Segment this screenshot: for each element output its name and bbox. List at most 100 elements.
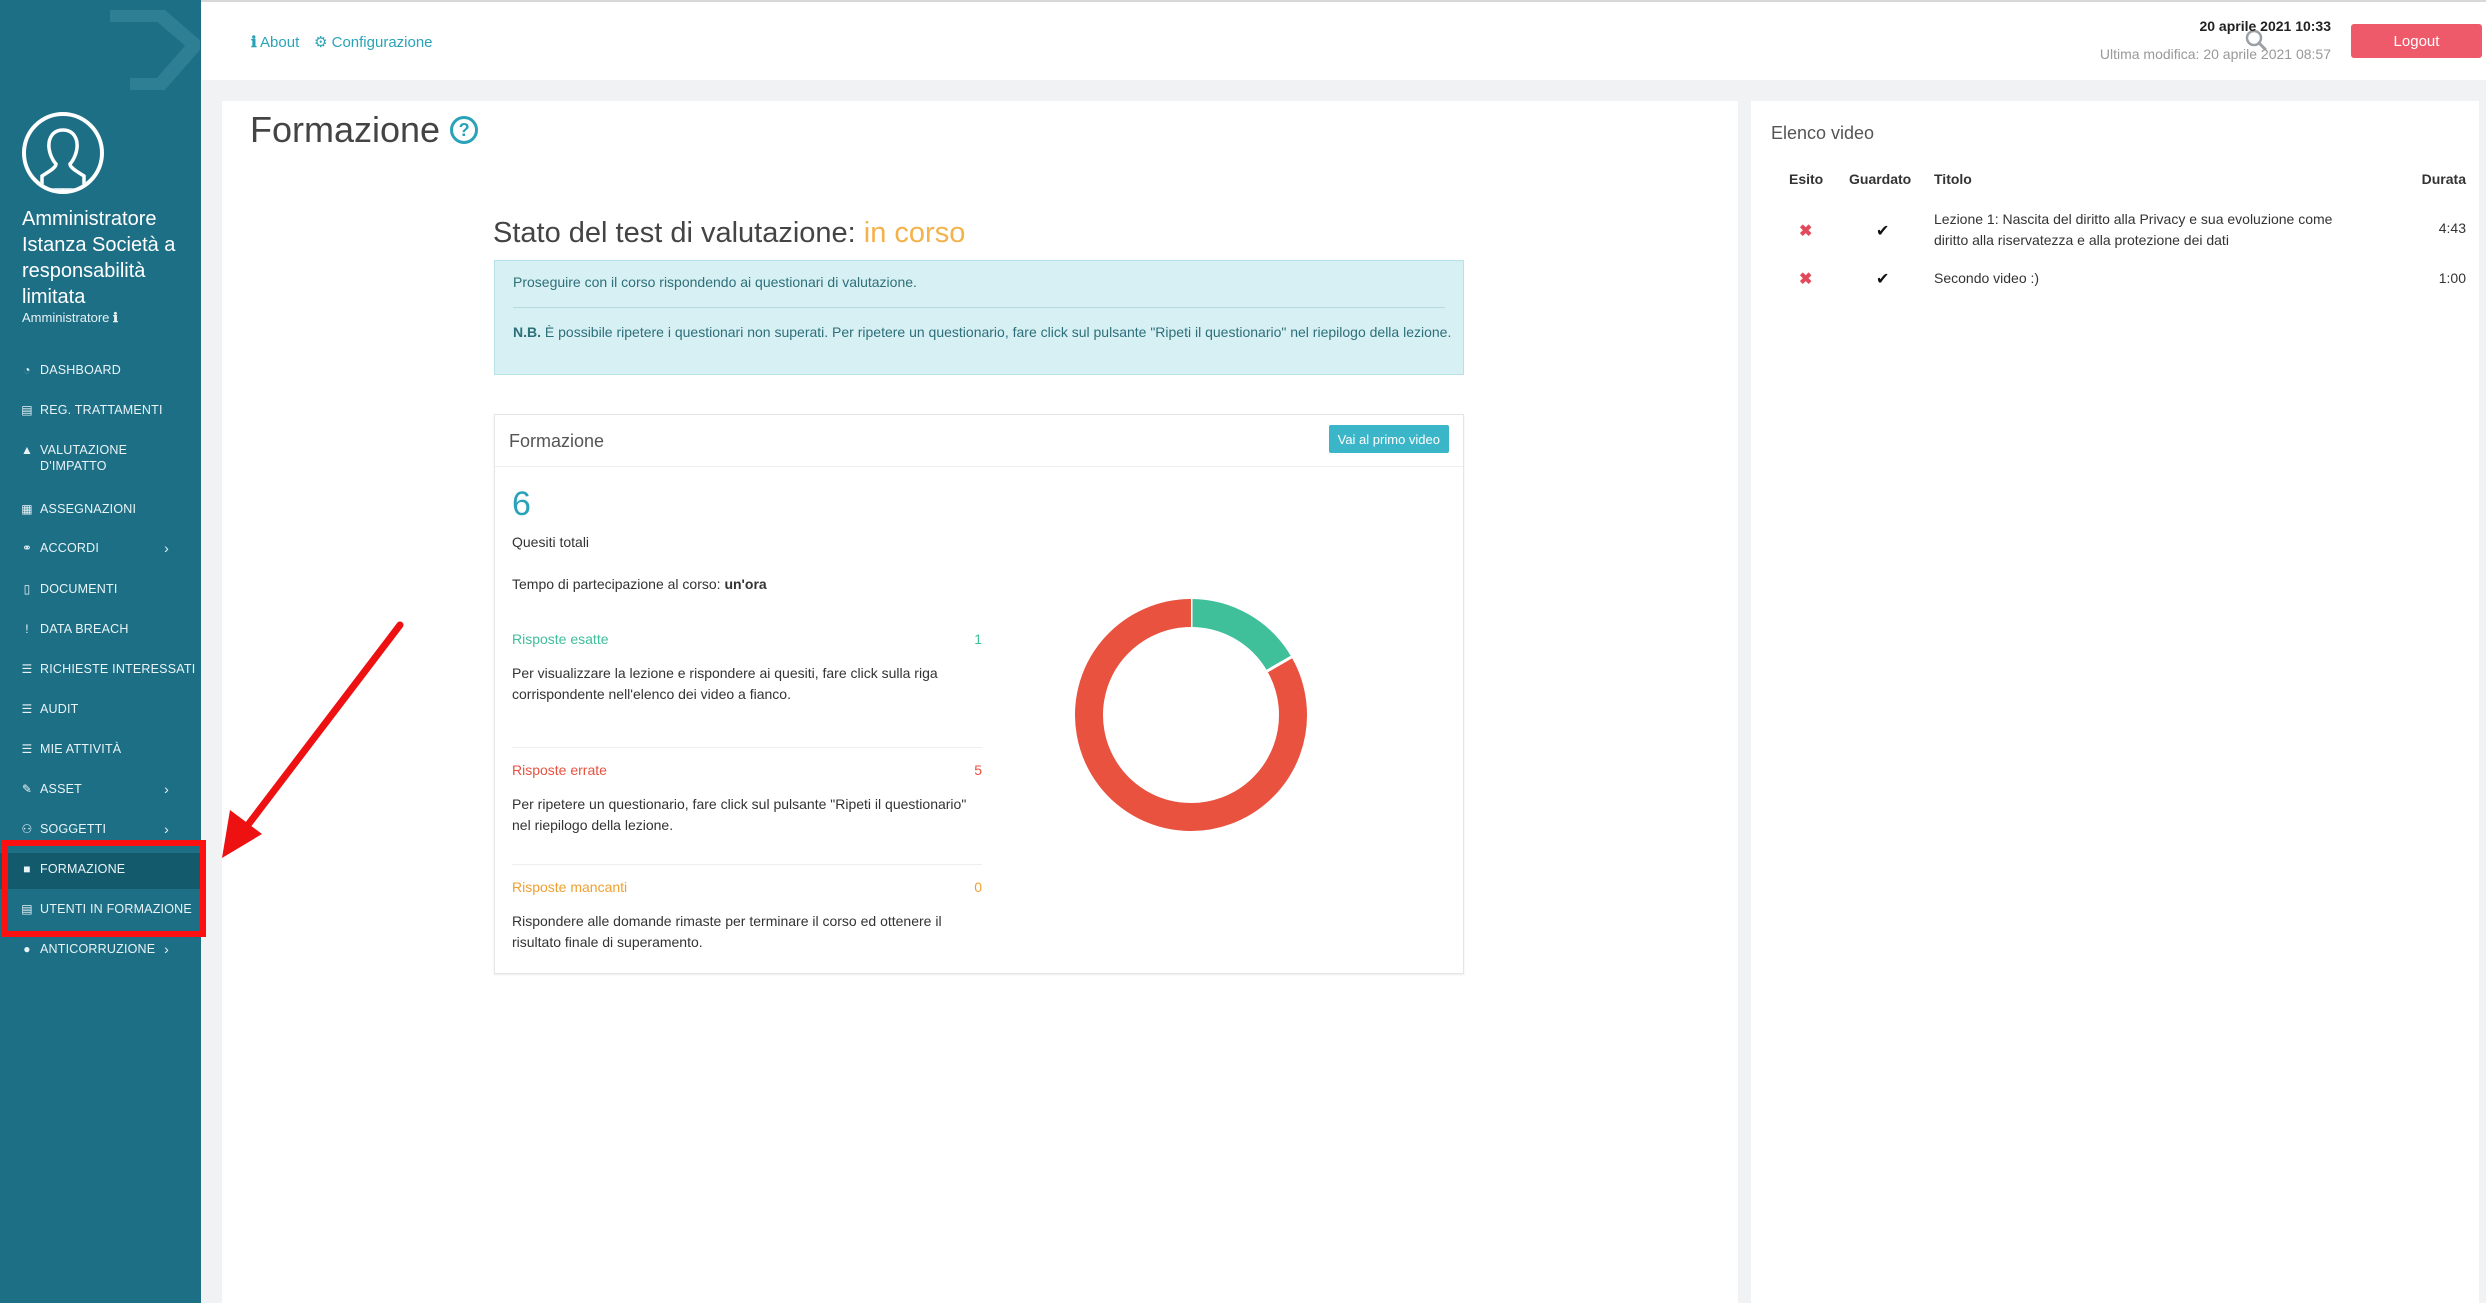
test-status-label: Stato del test di valutazione: — [493, 217, 864, 249]
sidebar-item-richieste-interessati[interactable]: ☰ RICHIESTE INTERESSATI — [0, 661, 201, 677]
sidebar: Amministratore Istanza Società a respons… — [0, 0, 206, 1303]
chevron-right-icon: › — [164, 781, 169, 797]
alert-line-1: Proseguire con il corso rispondendo ai q… — [513, 274, 917, 290]
user-icon: ● — [23, 942, 31, 956]
formazione-card: Formazione Vai al primo video 6 Quesiti … — [494, 414, 1464, 974]
sidebar-item-reg-trattamenti[interactable]: ▤ REG. TRATTAMENTI — [0, 402, 201, 418]
stat-correct-desc: Per visualizzare la lezione e rispondere… — [512, 665, 938, 702]
about-link[interactable]: ℹ About — [251, 33, 299, 51]
sidebar-item-label: ASSET — [40, 782, 82, 796]
sidebar-item-label: VALUTAZIONE D'IMPATTO — [40, 443, 128, 473]
alert-nb: N.B. — [513, 324, 541, 340]
exclamation-icon: ! — [25, 622, 29, 636]
header-titolo: Titolo — [1934, 171, 1972, 187]
edit-icon: ✎ — [21, 782, 33, 796]
dashboard-icon: ◔ — [23, 363, 31, 377]
test-status: Stato del test di valutazione: in corso — [493, 217, 965, 250]
sidebar-item-label: SOGGETTI — [40, 822, 107, 836]
donut-slice-risposte-esatte — [1190, 599, 1292, 672]
main-panel: Formazione ? Stato del test di valutazio… — [222, 101, 1738, 1303]
chevron-right-icon: › — [164, 540, 169, 556]
user-role[interactable]: Amministratore ℹ — [22, 310, 118, 326]
card-header: Formazione Vai al primo video — [495, 415, 1463, 467]
alert-line-2-text: È possibile ripetere i questionari non s… — [541, 324, 1452, 340]
current-datetime: 20 aprile 2021 10:33 — [2199, 18, 2331, 34]
sidebar-item-label: DASHBOARD — [40, 363, 121, 377]
video-duration: 4:43 — [2438, 220, 2466, 236]
sidebar-item-accordi[interactable]: ⚭ ACCORDI › — [0, 540, 201, 556]
stat-missing: Risposte mancanti 0 Rispondere alle doma… — [512, 865, 982, 953]
stat-correct-count: 1 — [974, 631, 982, 647]
sidebar-item-valutazione-d-impatto[interactable]: ▲ VALUTAZIONE D'IMPATTO — [0, 442, 201, 474]
stat-missing-label: Risposte mancanti — [512, 879, 628, 895]
sidebar-item-label: DATA BREACH — [40, 622, 129, 636]
results-donut-chart — [1075, 599, 1307, 831]
list-icon: ☰ — [21, 742, 33, 756]
logout-button[interactable]: Logout — [2351, 24, 2482, 58]
table-row[interactable]: ✖ ✔ Secondo video :) 1:00 — [1771, 269, 2466, 299]
stat-wrong-count: 5 — [974, 762, 982, 778]
header-guardato: Guardato — [1849, 171, 1912, 187]
sidebar-item-anticorruzione[interactable]: ● ANTICORRUZIONE › — [0, 941, 201, 957]
sidebar-item-label: ANTICORRUZIONE — [40, 942, 156, 956]
stat-wrong-desc: Per ripetere un questionario, fare click… — [512, 796, 967, 833]
video-title: Secondo video :) — [1934, 270, 2040, 286]
sidebar-item-data-breach[interactable]: ! DATA BREACH — [0, 621, 201, 637]
sidebar-item-dashboard[interactable]: ◔ DASHBOARD — [0, 362, 201, 378]
stat-wrong-label: Risposte errate — [512, 762, 607, 778]
header-esito: Esito — [1789, 171, 1824, 187]
list-icon: ▦ — [21, 502, 33, 516]
page-title-text: Formazione — [250, 109, 441, 150]
participation-time: Tempo di partecipazione al corso: un'ora — [512, 576, 767, 592]
info-icon[interactable]: ℹ — [113, 310, 118, 325]
avatar[interactable] — [22, 112, 104, 194]
sidebar-item-label: ASSEGNAZIONI — [40, 502, 137, 516]
stat-missing-head: Risposte mancanti 0 — [512, 879, 982, 899]
chevron-right-icon: › — [164, 941, 169, 957]
failed-icon: ✖ — [1799, 223, 1813, 240]
sidebar-item-label: DOCUMENTI — [40, 582, 118, 596]
card-title: Formazione — [509, 431, 605, 451]
total-questions: 6 — [512, 485, 531, 523]
sidebar-item-label: MIE ATTIVITÀ — [40, 742, 122, 756]
about-label: About — [260, 34, 300, 51]
sidebar-item-documenti[interactable]: ▯ DOCUMENTI — [0, 581, 201, 597]
list-icon: ☰ — [21, 702, 33, 716]
check-icon: ✔ — [1876, 223, 1890, 240]
logo-watermark-icon — [110, 10, 200, 90]
stat-missing-desc: Rispondere alle domande rimaste per term… — [512, 913, 942, 950]
sidebar-item-label: ACCORDI — [40, 541, 100, 555]
list-icon: ☰ — [21, 662, 33, 676]
sidebar-item-asset[interactable]: ✎ ASSET › — [0, 781, 201, 797]
config-label: Configurazione — [331, 34, 433, 51]
sidebar-item-soggetti[interactable]: ⚇ SOGGETTI › — [0, 821, 201, 837]
stat-correct-head: Risposte esatte 1 — [512, 631, 982, 651]
help-icon[interactable]: ? — [450, 116, 479, 144]
participation-time-value: un'ora — [724, 576, 767, 592]
failed-icon: ✖ — [1799, 271, 1813, 288]
check-icon: ✔ — [1876, 271, 1890, 288]
sidebar-item-label: RICHIESTE INTERESSATI — [40, 662, 196, 676]
sidebar-item-label: AUDIT — [40, 702, 79, 716]
stat-wrong-head: Risposte errate 5 — [512, 762, 982, 782]
first-video-button[interactable]: Vai al primo video — [1328, 425, 1449, 453]
video-list-panel: Elenco video Esito Guardato Titolo Durat… — [1751, 101, 2479, 1303]
sidebar-item-audit[interactable]: ☰ AUDIT — [0, 701, 201, 717]
sidebar-item-mie-attivit[interactable]: ☰ MIE ATTIVITÀ — [0, 741, 201, 757]
video-list-title: Elenco video — [1771, 123, 1875, 143]
user-name: Amministratore Istanza Società a respons… — [22, 208, 176, 308]
header-durata: Durata — [2421, 171, 2466, 187]
warning-icon: ▲ — [20, 443, 34, 457]
video-duration: 1:00 — [2438, 270, 2466, 286]
users-icon: ⚇ — [21, 822, 33, 836]
red-arrow-annotation — [222, 621, 404, 858]
config-link[interactable]: ⚙ Configurazione — [314, 33, 433, 51]
sidebar-item-assegnazioni[interactable]: ▦ ASSEGNAZIONI — [0, 501, 201, 517]
stat-wrong: Risposte errate 5 Per ripetere un questi… — [512, 748, 982, 865]
topbar: ℹ About ⚙ Configurazione 20 aprile 2021 … — [201, 0, 2486, 80]
sidebar-item-label: REG. TRATTAMENTI — [40, 403, 163, 417]
alert-divider — [513, 307, 1445, 308]
table-row[interactable]: ✖ ✔ Lezione 1: Nascita del diritto alla … — [1771, 209, 2466, 259]
user-silhouette-icon — [40, 128, 86, 190]
alert-line-2: N.B. È possibile ripetere i questionari … — [513, 322, 1453, 343]
